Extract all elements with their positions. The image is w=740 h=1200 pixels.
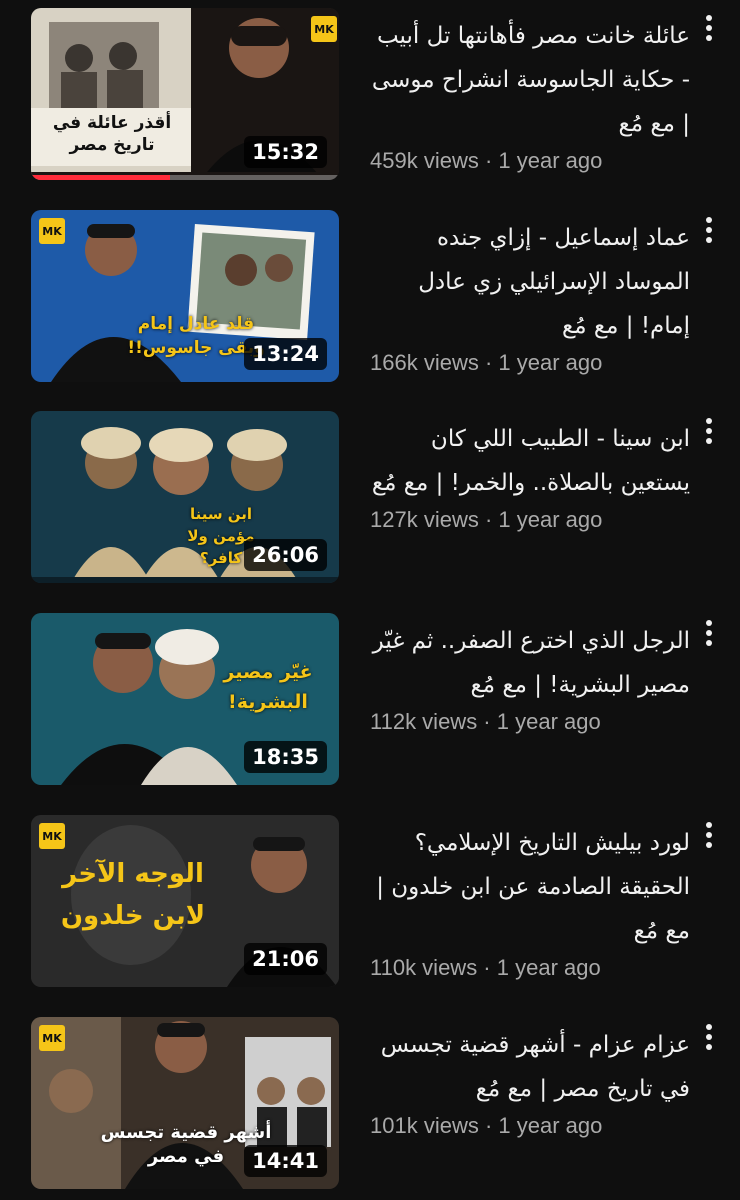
duration-badge: 13:24 xyxy=(244,338,327,370)
more-vert-icon[interactable] xyxy=(697,1019,721,1055)
thumbnail-caption: غيّر مصير البشرية! xyxy=(223,661,313,713)
video-thumbnail[interactable]: ابن سينا مؤمن ولا كافر؟ 26:06 xyxy=(31,411,339,583)
thumbnail-caption: الوجه الآخر لابن خلدون xyxy=(60,859,206,931)
video-feed: أقذر عائلة في تاريخ مصر MK 15:32 عائلة خ… xyxy=(0,0,740,1200)
video-stats: 459k views · 1 year ago xyxy=(370,148,603,173)
duration-badge: 21:06 xyxy=(244,943,327,975)
video-title[interactable]: عائلة خانت مصر فأهانتها تل أبيب - حكاية … xyxy=(370,14,690,146)
more-vert-icon[interactable] xyxy=(697,212,721,248)
video-thumbnail[interactable]: أقذر عائلة في تاريخ مصر MK 15:32 xyxy=(31,8,339,180)
video-thumbnail[interactable]: الوجه الآخر لابن خلدون MK 21:06 xyxy=(31,815,339,987)
duration-badge: 15:32 xyxy=(244,136,327,168)
video-stats: 127k views · 1 year ago xyxy=(370,507,603,532)
video-meta: الرجل الذي اخترع الصفر.. ثم غيّر مصير ال… xyxy=(370,619,690,735)
duration-badge: 26:06 xyxy=(244,539,327,571)
video-thumbnail[interactable]: قلد عادل إمام وبقى جاسوس!! MK 13:24 xyxy=(31,210,339,382)
video-stats: 101k views · 1 year ago xyxy=(370,1113,603,1138)
watch-progress-fill xyxy=(31,175,170,180)
video-title[interactable]: عزام عزام - أشهر قضية تجسس في تاريخ مصر … xyxy=(370,1023,690,1111)
video-thumbnail[interactable]: غيّر مصير البشرية! 18:35 xyxy=(31,613,339,785)
more-vert-icon[interactable] xyxy=(697,10,721,46)
channel-logo-icon: MK xyxy=(39,218,65,244)
video-title[interactable]: الرجل الذي اخترع الصفر.. ثم غيّر مصير ال… xyxy=(370,619,690,707)
video-meta: عماد إسماعيل - إزاي جنده الموساد الإسرائ… xyxy=(370,216,690,376)
duration-badge: 18:35 xyxy=(244,741,327,773)
more-vert-icon[interactable] xyxy=(697,413,721,449)
video-thumbnail[interactable]: أشهر قضية تجسس في مصر MK 14:41 xyxy=(31,1017,339,1189)
video-meta: ابن سينا - الطبيب اللي كان يستعين بالصلا… xyxy=(370,417,690,533)
video-stats: 110k views · 1 year ago xyxy=(370,955,601,980)
video-stats: 166k views · 1 year ago xyxy=(370,350,603,375)
more-vert-icon[interactable] xyxy=(697,817,721,853)
video-meta: عائلة خانت مصر فأهانتها تل أبيب - حكاية … xyxy=(370,14,690,174)
video-title[interactable]: عماد إسماعيل - إزاي جنده الموساد الإسرائ… xyxy=(370,216,690,348)
video-title[interactable]: لورد بيليش التاريخ الإسلامي؟ الحقيقة الص… xyxy=(370,821,690,953)
channel-logo-icon: MK xyxy=(39,823,65,849)
video-stats: 112k views · 1 year ago xyxy=(370,709,601,734)
video-title[interactable]: ابن سينا - الطبيب اللي كان يستعين بالصلا… xyxy=(370,417,690,505)
thumbnail-caption: أقذر عائلة في تاريخ مصر xyxy=(52,113,172,155)
video-meta: عزام عزام - أشهر قضية تجسس في تاريخ مصر … xyxy=(370,1023,690,1139)
channel-logo-icon: MK xyxy=(311,16,337,42)
duration-badge: 14:41 xyxy=(244,1145,327,1177)
video-meta: لورد بيليش التاريخ الإسلامي؟ الحقيقة الص… xyxy=(370,821,690,981)
more-vert-icon[interactable] xyxy=(697,615,721,651)
channel-logo-icon: MK xyxy=(39,1025,65,1051)
